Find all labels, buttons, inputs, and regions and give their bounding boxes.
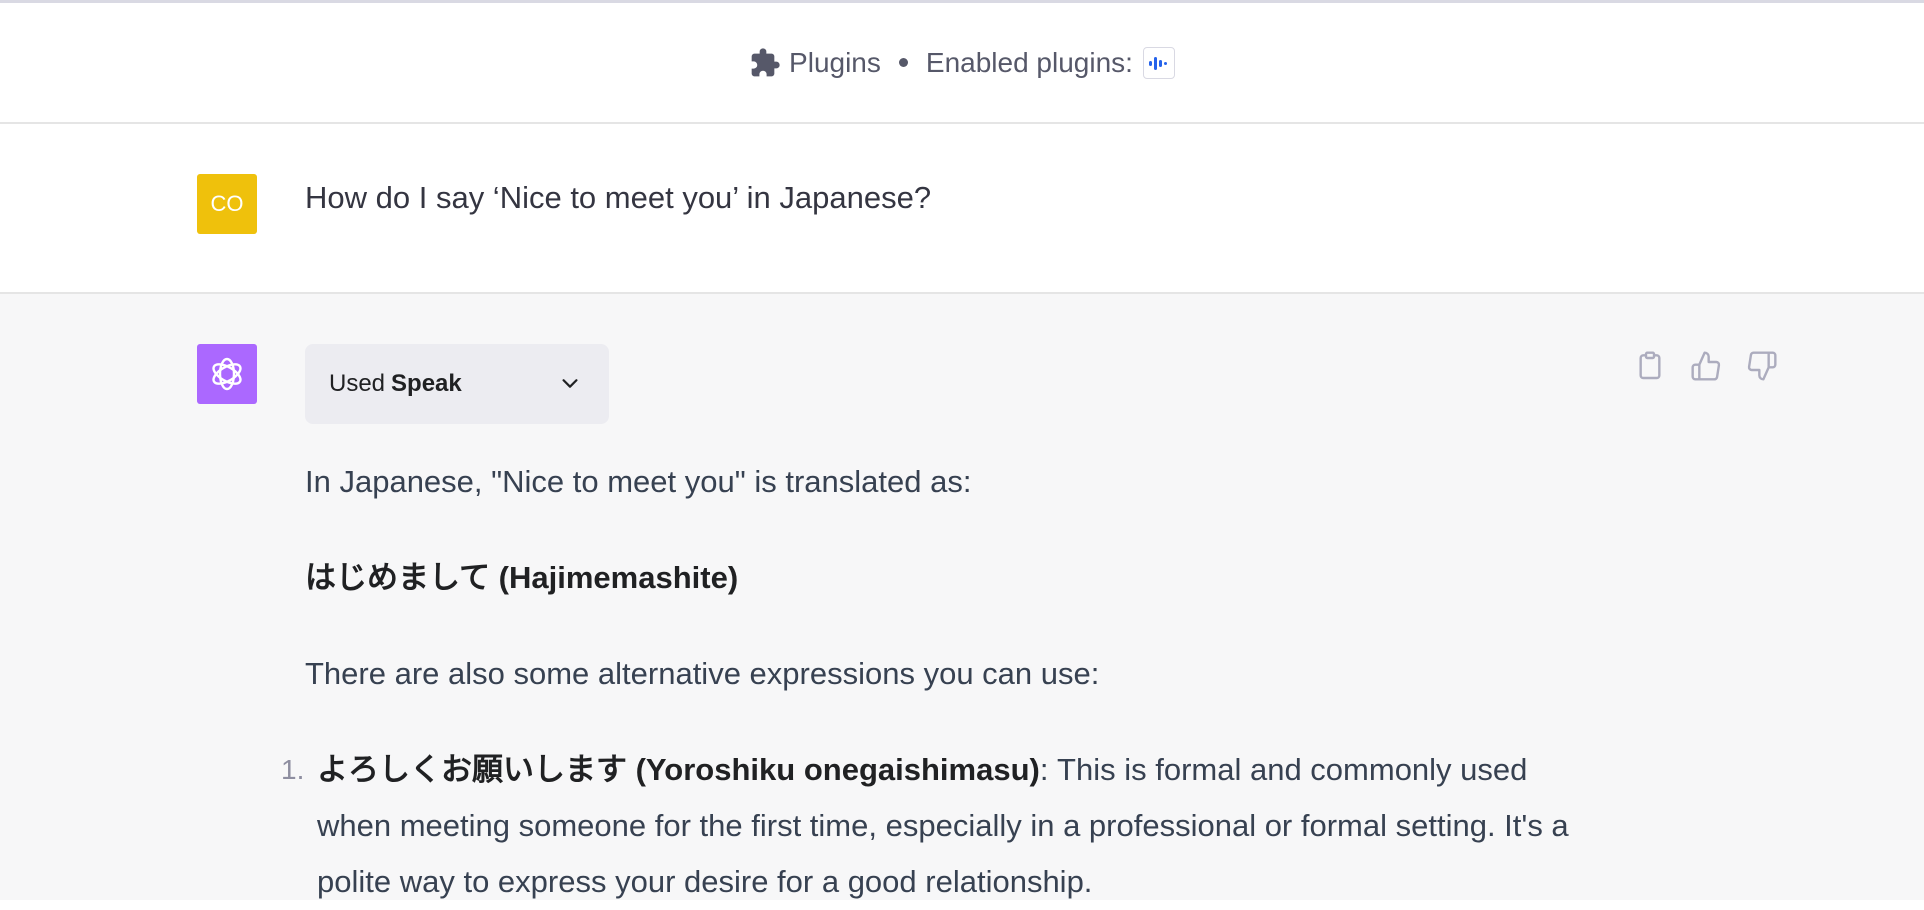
thumbs-down-icon[interactable] <box>1746 350 1778 382</box>
plugin-name: Speak <box>391 370 462 397</box>
alternatives-intro: There are also some alternative expressi… <box>305 656 1100 691</box>
enabled-plugins-label: Enabled plugins: <box>925 46 1133 78</box>
assistant-message: Used Speak In Japanese, "Nice to meet yo… <box>0 294 1924 900</box>
list-item: 1. よろしくお願いします (Yoroshiku onegaishimasu): … <box>281 742 1605 910</box>
copy-icon[interactable] <box>1634 350 1666 382</box>
plugin-used-dropdown[interactable]: Used Speak <box>305 344 609 424</box>
openai-logo-icon <box>212 357 242 391</box>
assistant-avatar <box>197 344 257 404</box>
assistant-response: In Japanese, "Nice to meet you" is trans… <box>281 454 1605 910</box>
thumbs-up-icon[interactable] <box>1690 350 1722 382</box>
plugins-label: Plugins <box>789 46 881 78</box>
user-message-text: How do I say ‘Nice to meet you’ in Japan… <box>305 180 932 215</box>
plugins-header: Plugins Enabled plugins: <box>0 3 1924 124</box>
main-translation: はじめまして (Hajimemashite) <box>305 560 739 595</box>
user-message: CO How do I say ‘Nice to meet you’ in Ja… <box>0 124 1924 294</box>
alternatives-list: 1. よろしくお願いします (Yoroshiku onegaishimasu): … <box>281 742 1605 910</box>
chevron-down-icon <box>562 379 578 388</box>
list-item-number: 1. <box>281 754 305 785</box>
speak-logo-icon <box>1142 46 1175 79</box>
user-avatar: CO <box>197 174 257 234</box>
list-item-term: よろしくお願いします (Yoroshiku onegaishimasu) <box>317 752 1040 787</box>
used-prefix: Used <box>329 370 386 397</box>
message-actions <box>1634 350 1778 382</box>
puzzle-icon <box>751 47 780 76</box>
separator-dot <box>898 58 908 67</box>
response-intro: In Japanese, "Nice to meet you" is trans… <box>305 464 972 499</box>
